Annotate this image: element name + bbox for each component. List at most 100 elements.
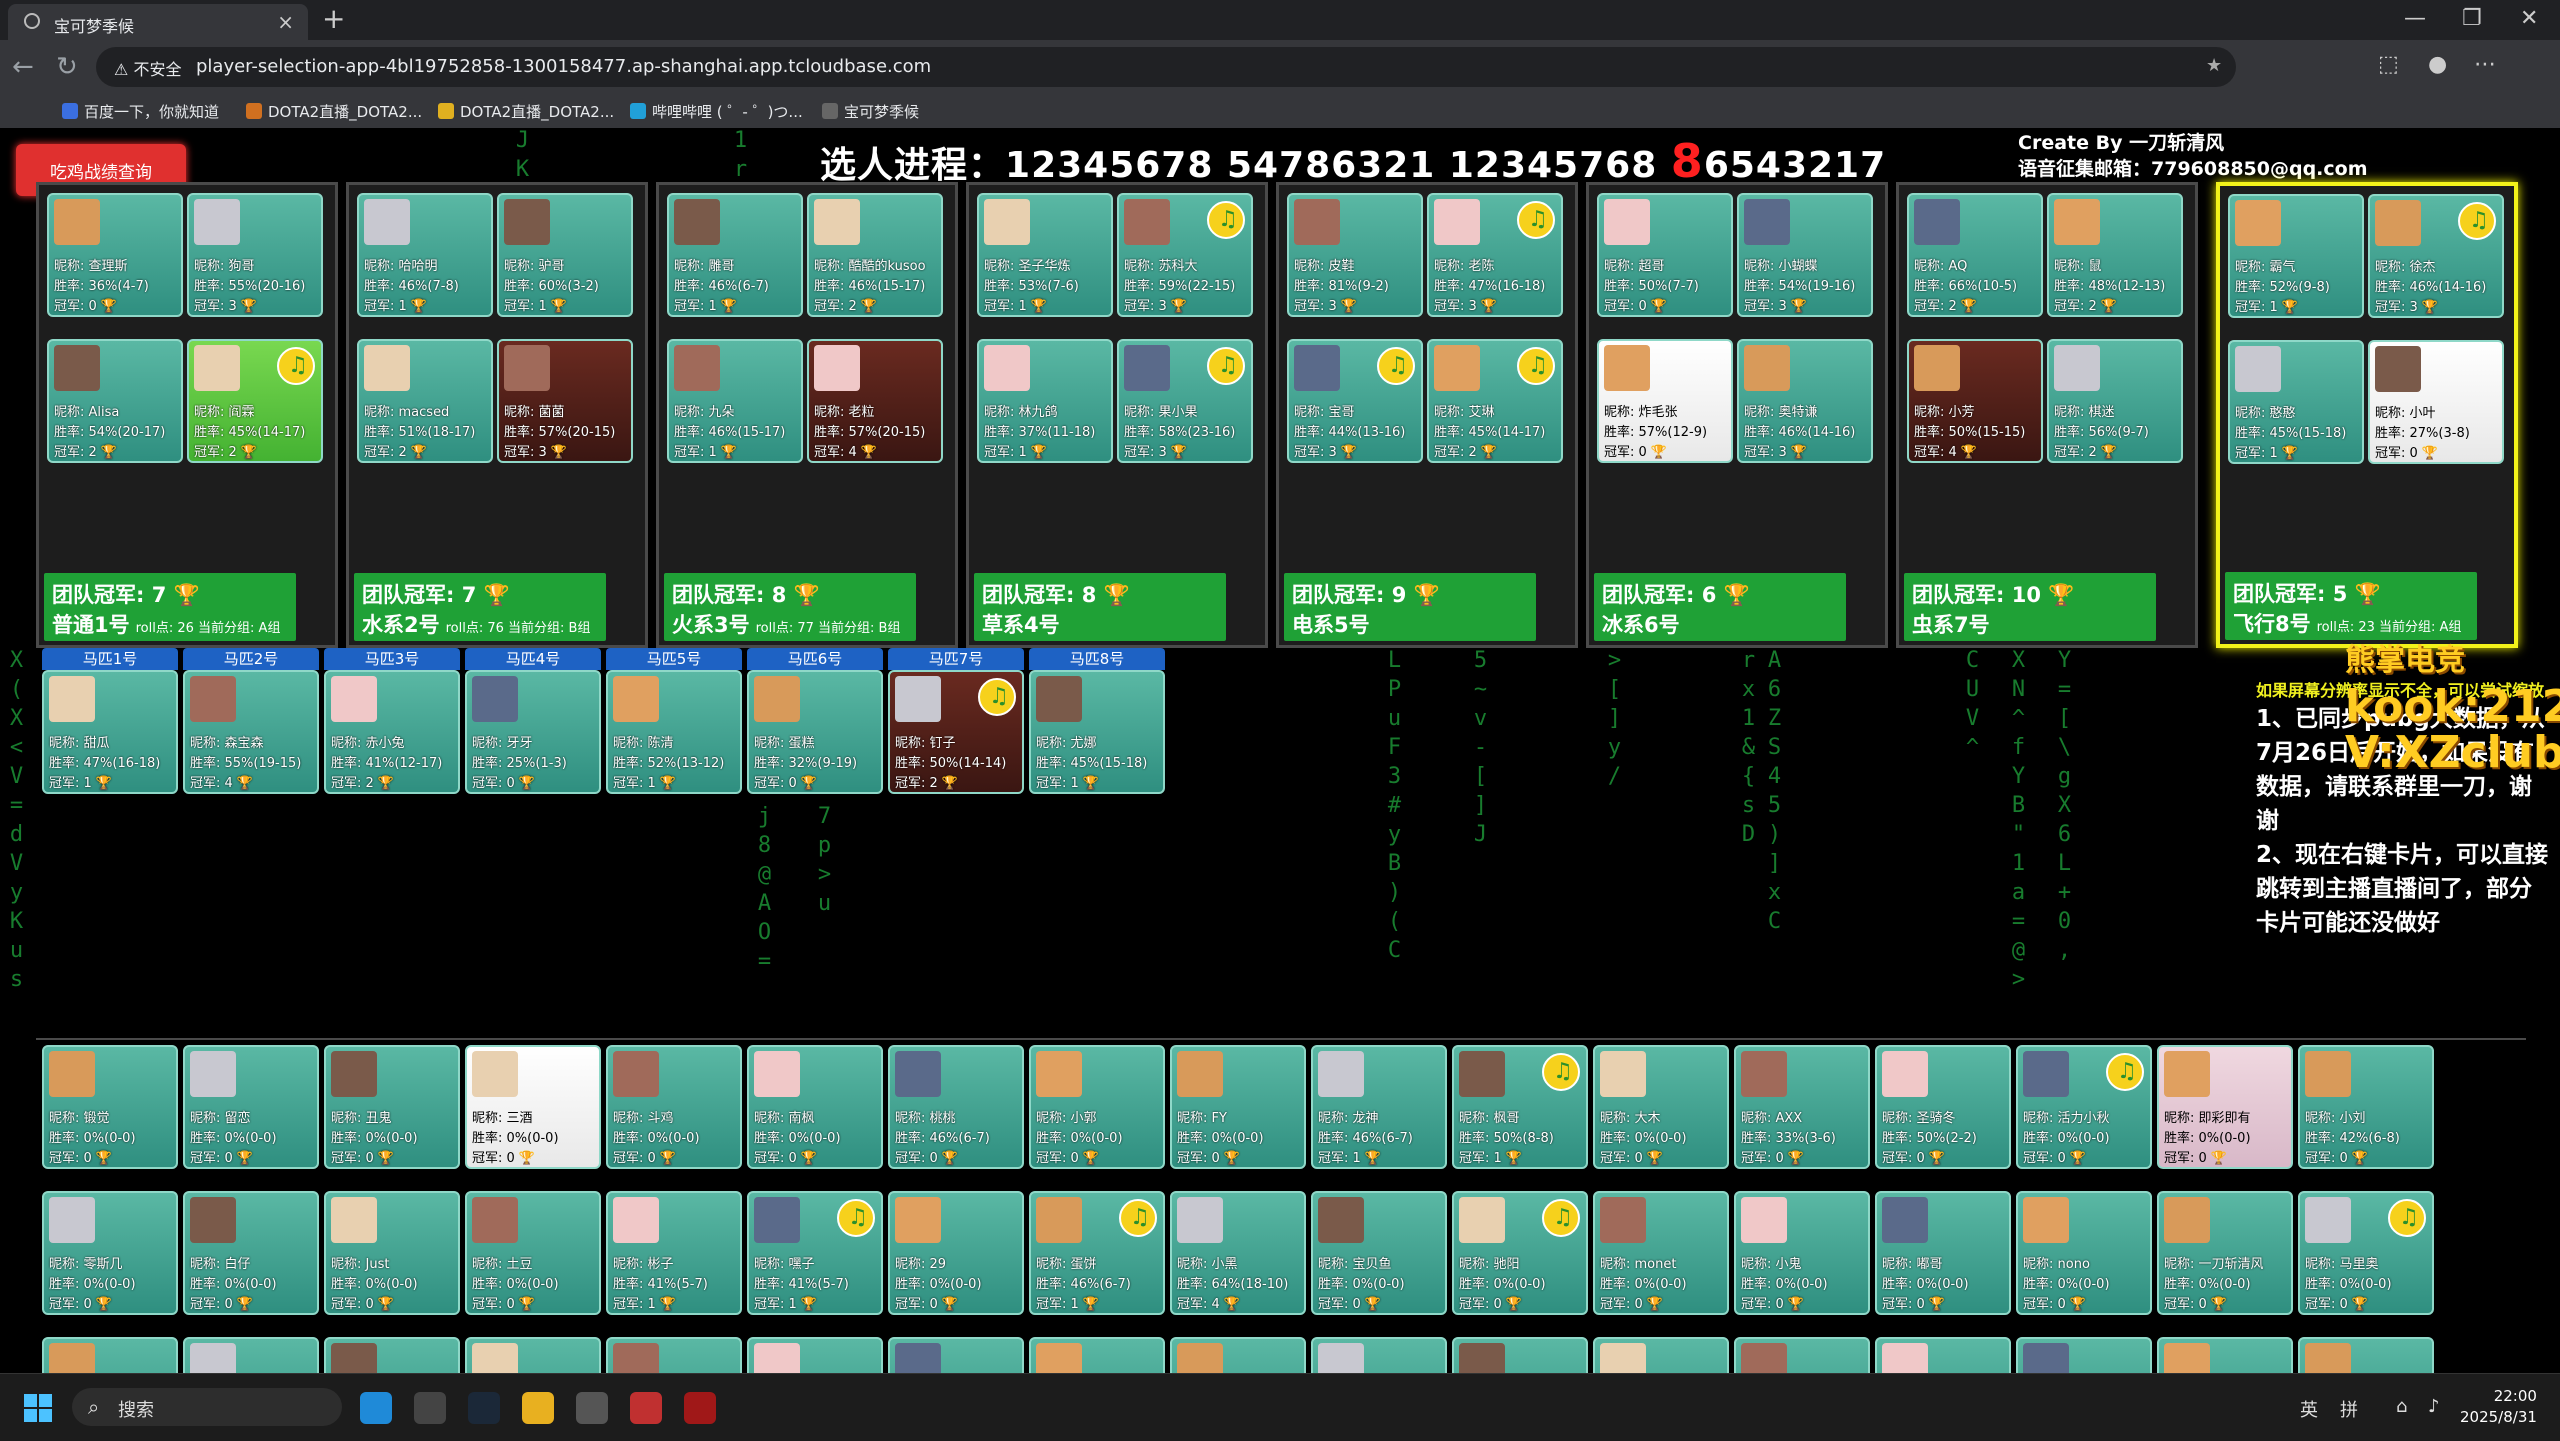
player-card[interactable]: 昵称: 查理斯 胜率: 36%(4-7) 冠军: 0 🏆: [47, 193, 183, 317]
player-card[interactable]: 昵称: 活力小秋胜率: 0%(0-0) 冠军: 0 🏆: [2016, 1045, 2152, 1169]
player-card[interactable]: 昵称: 徐杰胜率: 46%(14-16) 冠军: 3 🏆: [2368, 194, 2504, 318]
speaker-icon[interactable]: [1207, 347, 1245, 385]
player-card[interactable]: 昵称: 丑鬼 胜率: 0%(0-0) 冠军: 0 🏆: [324, 1045, 460, 1169]
player-card[interactable]: 昵称: 驴哥 胜率: 60%(3-2) 冠军: 1 🏆: [497, 193, 633, 317]
player-card[interactable]: 昵称: FY 胜率: 0%(0-0) 冠军: 0 🏆: [1170, 1045, 1306, 1169]
player-card[interactable]: 昵称: 彬子 胜率: 41%(5-7) 冠军: 1 🏆: [606, 1191, 742, 1315]
player-card[interactable]: 昵称: 小刘 胜率: 42%(6-8) 冠军: 0 🏆: [2298, 1045, 2434, 1169]
player-card[interactable]: 昵称: 锻觉 胜率: 0%(0-0) 冠军: 0 🏆: [42, 1045, 178, 1169]
bookmark-5[interactable]: 宝可梦季候: [822, 101, 919, 122]
app-icon[interactable]: [630, 1392, 662, 1424]
star-icon[interactable]: ★: [2206, 55, 2222, 76]
player-card[interactable]: 昵称: 小叶 胜率: 27%(3-8) 冠军: 0 🏆: [2368, 340, 2504, 464]
horse-slot[interactable]: 马匹6号 昵称: 蛋糕 胜率: 32%(9-19) 冠军: 0 🏆: [747, 648, 883, 794]
speaker-icon[interactable]: [1517, 201, 1555, 239]
bookmark-1[interactable]: 百度一下，你就知道: [62, 101, 219, 122]
player-card[interactable]: [2298, 1337, 2434, 1373]
minimize-icon[interactable]: —: [2404, 6, 2426, 31]
address-bar[interactable]: ⚠ 不安全 player-selection-app-4bl19752858-1…: [96, 47, 2236, 87]
player-card[interactable]: 昵称: 奥特谦 胜率: 46%(14-16) 冠军: 3 🏆: [1737, 339, 1873, 463]
player-card[interactable]: 昵称: 宝贝鱼 胜率: 0%(0-0) 冠军: 0 🏆: [1311, 1191, 1447, 1315]
player-card[interactable]: 昵称: 酷酷的kusoo 胜率: 46%(15-17) 冠军: 2 🏆: [807, 193, 943, 317]
network-icon[interactable]: ⌂: [2396, 1396, 2407, 1417]
player-card[interactable]: 昵称: 三酒 胜率: 0%(0-0) 冠军: 0 🏆: [465, 1045, 601, 1169]
taskbar-search[interactable]: ⌕ 搜索: [72, 1388, 342, 1426]
horse-slot[interactable]: 马匹4号 昵称: 牙牙 胜率: 25%(1-3) 冠军: 0 🏆: [465, 648, 601, 794]
horse-slot[interactable]: 马匹2号 昵称: 森宝森 胜率: 55%(19-15) 冠军: 4 🏆: [183, 648, 319, 794]
speaker-icon[interactable]: [2106, 1053, 2144, 1091]
player-card[interactable]: [183, 1337, 319, 1373]
player-card[interactable]: 昵称: 果小果胜率: 58%(23-16) 冠军: 3 🏆: [1117, 339, 1253, 463]
player-card[interactable]: 昵称: 圣骑冬 胜率: 50%(2-2) 冠军: 0 🏆: [1875, 1045, 2011, 1169]
clock[interactable]: 22:00 2025/8/31: [2460, 1386, 2537, 1428]
player-card[interactable]: 昵称: 甜瓜 胜率: 47%(16-18) 冠军: 1 🏆: [42, 670, 178, 794]
player-card[interactable]: 昵称: AQ 胜率: 66%(10-5) 冠军: 2 🏆: [1907, 193, 2043, 317]
player-card[interactable]: 昵称: 留恋 胜率: 0%(0-0) 冠军: 0 🏆: [183, 1045, 319, 1169]
player-card[interactable]: 昵称: 艾琳胜率: 45%(14-17) 冠军: 2 🏆: [1427, 339, 1563, 463]
player-card[interactable]: 昵称: 嘿子胜率: 41%(5-7) 冠军: 1 🏆: [747, 1191, 883, 1315]
close-window-icon[interactable]: ✕: [2520, 6, 2538, 31]
player-card[interactable]: 昵称: 小黑 胜率: 64%(18-10) 冠军: 4 🏆: [1170, 1191, 1306, 1315]
player-card[interactable]: 昵称: 森宝森 胜率: 55%(19-15) 冠军: 4 🏆: [183, 670, 319, 794]
speaker-icon[interactable]: [277, 347, 315, 385]
player-card[interactable]: 昵称: 桃桃 胜率: 46%(6-7) 冠军: 0 🏆: [888, 1045, 1024, 1169]
player-card[interactable]: 昵称: 枫哥胜率: 50%(8-8) 冠军: 1 🏆: [1452, 1045, 1588, 1169]
url-text[interactable]: player-selection-app-4bl19752858-1300158…: [196, 56, 931, 77]
ime-language[interactable]: 英: [2300, 1396, 2318, 1422]
security-warning[interactable]: ⚠ 不安全: [114, 56, 181, 80]
player-card[interactable]: [465, 1337, 601, 1373]
player-card[interactable]: 昵称: 钉子胜率: 50%(14-14) 冠军: 2 🏆: [888, 670, 1024, 794]
speaker-icon[interactable]: [2458, 202, 2496, 240]
bookmark-2[interactable]: DOTA2直播_DOTA2...: [246, 101, 422, 122]
player-card[interactable]: 昵称: 老粒 胜率: 57%(20-15) 冠军: 4 🏆: [807, 339, 943, 463]
player-card[interactable]: [747, 1337, 883, 1373]
player-card[interactable]: [606, 1337, 742, 1373]
dota2-icon[interactable]: [684, 1392, 716, 1424]
edge-icon[interactable]: [360, 1392, 392, 1424]
player-card[interactable]: 昵称: Just 胜率: 0%(0-0) 冠军: 0 🏆: [324, 1191, 460, 1315]
player-card[interactable]: 昵称: 小郭 胜率: 0%(0-0) 冠军: 0 🏆: [1029, 1045, 1165, 1169]
ime-mode[interactable]: 拼: [2340, 1396, 2358, 1422]
player-card[interactable]: 昵称: 狗哥 胜率: 55%(20-16) 冠军: 3 🏆: [187, 193, 323, 317]
menu-icon[interactable]: ⋯: [2474, 52, 2496, 77]
player-card[interactable]: 昵称: 尤娜 胜率: 45%(15-18) 冠军: 1 🏆: [1029, 670, 1165, 794]
player-card[interactable]: 昵称: 炸毛张 胜率: 57%(12-9) 冠军: 0 🏆: [1597, 339, 1733, 463]
player-card[interactable]: 昵称: 龙神 胜率: 46%(6-7) 冠军: 1 🏆: [1311, 1045, 1447, 1169]
player-card[interactable]: 昵称: 超哥 胜率: 50%(7-7) 冠军: 0 🏆: [1597, 193, 1733, 317]
app-icon[interactable]: [576, 1392, 608, 1424]
extensions-icon[interactable]: ⬚: [2378, 52, 2399, 77]
close-tab-icon[interactable]: ×: [277, 10, 294, 34]
player-card[interactable]: 昵称: 蛋饼胜率: 46%(6-7) 冠军: 1 🏆: [1029, 1191, 1165, 1315]
player-card[interactable]: 昵称: 小鬼 胜率: 0%(0-0) 冠军: 0 🏆: [1734, 1191, 1870, 1315]
player-card[interactable]: [888, 1337, 1024, 1373]
reload-icon[interactable]: ↻: [56, 52, 78, 82]
player-card[interactable]: 昵称: 小蝴蝶 胜率: 54%(19-16) 冠军: 3 🏆: [1737, 193, 1873, 317]
player-card[interactable]: 昵称: 马里奥胜率: 0%(0-0) 冠军: 0 🏆: [2298, 1191, 2434, 1315]
steam-icon[interactable]: [468, 1392, 500, 1424]
player-card[interactable]: 昵称: 牙牙 胜率: 25%(1-3) 冠军: 0 🏆: [465, 670, 601, 794]
player-card[interactable]: 昵称: 皮鞋 胜率: 81%(9-2) 冠军: 3 🏆: [1287, 193, 1423, 317]
player-card[interactable]: [1452, 1337, 1588, 1373]
speaker-icon[interactable]: [1119, 1199, 1157, 1237]
profile-icon[interactable]: ●: [2428, 52, 2447, 77]
player-card[interactable]: 昵称: 九朵 胜率: 46%(15-17) 冠军: 1 🏆: [667, 339, 803, 463]
player-card[interactable]: [2157, 1337, 2293, 1373]
speaker-icon[interactable]: [2388, 1199, 2426, 1237]
player-card[interactable]: 昵称: AXX 胜率: 33%(3-6) 冠军: 0 🏆: [1734, 1045, 1870, 1169]
player-card[interactable]: 昵称: 老陈胜率: 47%(16-18) 冠军: 3 🏆: [1427, 193, 1563, 317]
player-card[interactable]: [2016, 1337, 2152, 1373]
player-card[interactable]: 昵称: 哈哈明 胜率: 46%(7-8) 冠军: 1 🏆: [357, 193, 493, 317]
speaker-icon[interactable]: [1542, 1053, 1580, 1091]
player-card[interactable]: 昵称: 林九鸽 胜率: 37%(11-18) 冠军: 1 🏆: [977, 339, 1113, 463]
horse-slot[interactable]: 马匹3号 昵称: 赤小兔 胜率: 41%(12-17) 冠军: 2 🏆: [324, 648, 460, 794]
volume-icon[interactable]: ♪: [2428, 1396, 2440, 1417]
player-card[interactable]: 昵称: 雕哥 胜率: 46%(6-7) 冠军: 1 🏆: [667, 193, 803, 317]
player-card[interactable]: 昵称: monet 胜率: 0%(0-0) 冠军: 0 🏆: [1593, 1191, 1729, 1315]
horse-slot[interactable]: 马匹7号昵称: 钉子胜率: 50%(14-14) 冠军: 2 🏆: [888, 648, 1024, 794]
player-card[interactable]: 昵称: 憨憨 胜率: 45%(15-18) 冠军: 1 🏆: [2228, 340, 2364, 464]
player-card[interactable]: 昵称: 阎霖胜率: 45%(14-17) 冠军: 2 🏆: [187, 339, 323, 463]
player-card[interactable]: 昵称: 圣子华炼 胜率: 53%(7-6) 冠军: 1 🏆: [977, 193, 1113, 317]
player-card[interactable]: [42, 1337, 178, 1373]
app-icon[interactable]: [522, 1392, 554, 1424]
new-tab-icon[interactable]: +: [322, 2, 345, 35]
